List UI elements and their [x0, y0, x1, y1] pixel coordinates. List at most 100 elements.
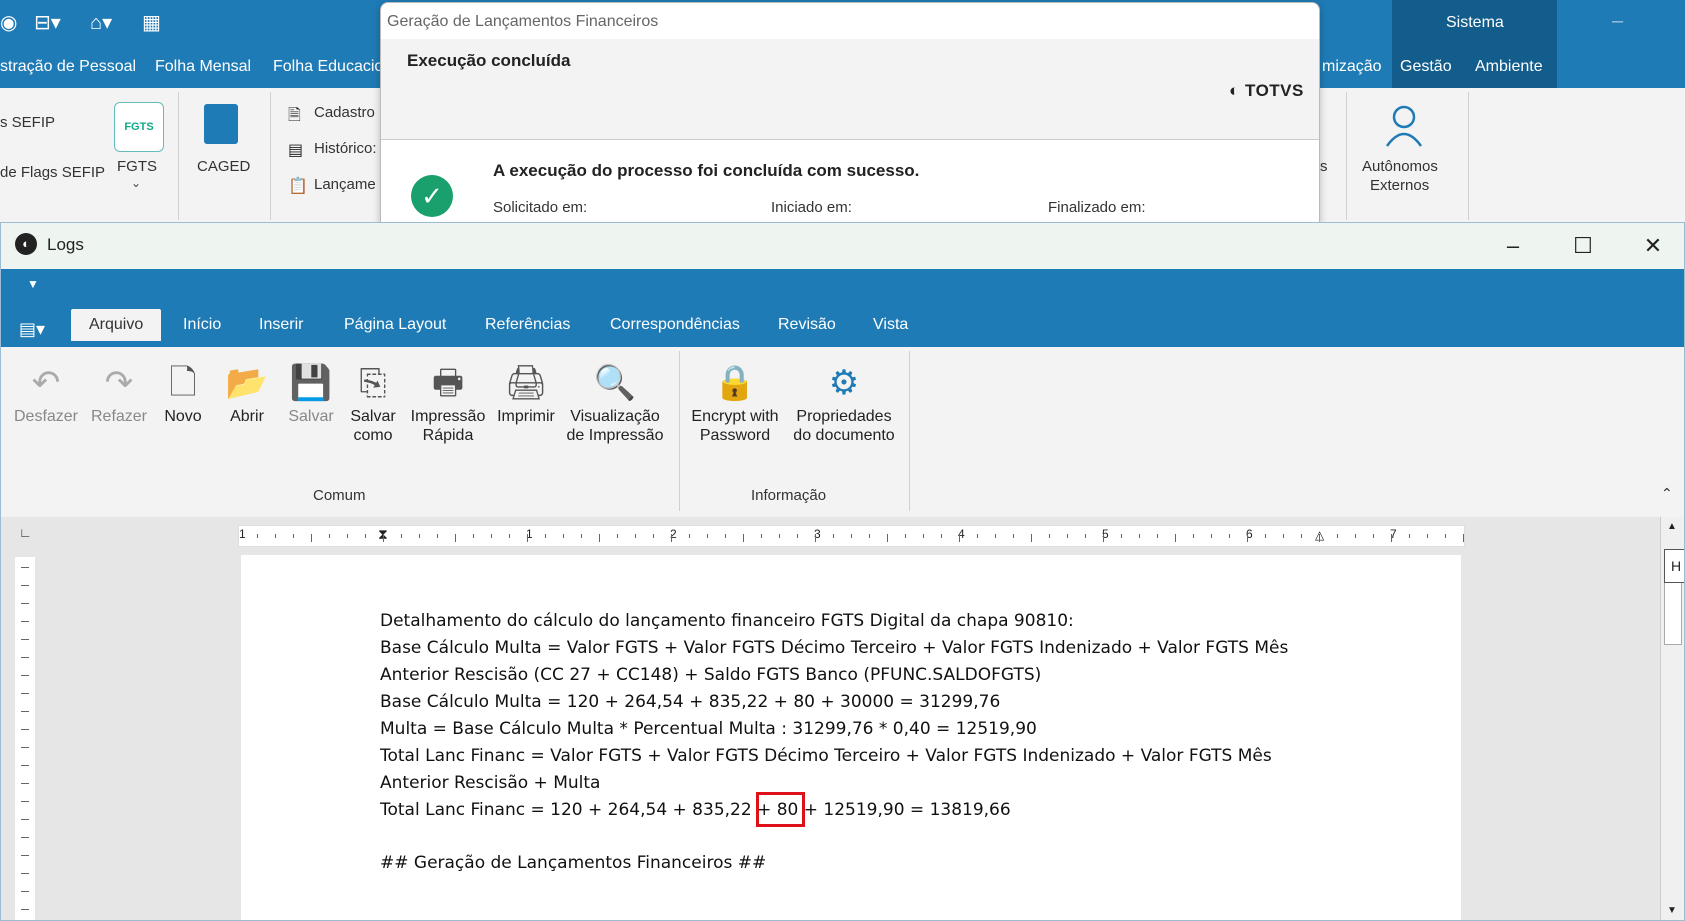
tab-vista[interactable]: Vista — [871, 309, 910, 341]
caged-button[interactable]: CAGED — [197, 158, 250, 175]
sefip-item[interactable]: s SEFIP — [0, 114, 55, 131]
ruler-tick — [1175, 534, 1176, 542]
menu-gestao[interactable]: Gestão — [1400, 58, 1452, 76]
doc-line-3: Anterior Rescisão (CC 27 + CC148) + Sald… — [380, 665, 1042, 685]
home-icon[interactable]: ⌂▾ — [90, 10, 112, 35]
visualizacao-label-2: de Impressão — [566, 427, 664, 444]
ruler-tick — [905, 534, 906, 538]
minimize-button[interactable]: – — [1485, 229, 1541, 263]
autonomos-label[interactable]: Autônomos — [1362, 158, 1438, 175]
new-document-icon: 🗋 — [169, 364, 197, 402]
ruler-tick — [1193, 534, 1194, 538]
ruler-tick — [545, 534, 546, 538]
grid-icon[interactable]: ▦ — [142, 10, 161, 35]
tab-correspondencias[interactable]: Correspondências — [608, 309, 742, 341]
solicitado-label: Solicitado em: — [493, 199, 588, 216]
tab-inserir[interactable]: Inserir — [257, 309, 305, 341]
ruler-tick — [1139, 534, 1140, 538]
lancamentos-item[interactable]: Lançame — [314, 176, 376, 193]
quick-access-bar: ▼ — [1, 269, 1684, 307]
fgts-button[interactable]: FGTS — [117, 158, 157, 175]
menu-ambiente[interactable]: Ambiente — [1475, 58, 1543, 76]
success-message: A execução do processo foi concluída com… — [493, 161, 920, 180]
chevron-down-icon[interactable]: ⌄ — [131, 176, 141, 190]
abrir-button[interactable]: 📂 Abrir — [221, 359, 273, 426]
horizontal-ruler[interactable]: 1 1 2 3 4 5 6 7 ⧗ △ — [238, 525, 1465, 547]
ruler-tick — [21, 621, 29, 622]
process-dialog: Geração de Lançamentos Financeiros Execu… — [380, 2, 1320, 224]
finalizado-label: Finalizado em: — [1048, 199, 1146, 216]
historicos-item[interactable]: Histórico: — [314, 140, 377, 157]
iniciado-label: Iniciado em: — [771, 199, 852, 216]
dialog-title: Geração de Lançamentos Financeiros — [387, 13, 659, 30]
salvar-como-label-1: Salvar — [350, 408, 396, 425]
ruler-tick — [995, 534, 996, 538]
ruler-tick — [887, 534, 888, 542]
desfazer-button[interactable]: ↶ Desfazer — [11, 359, 81, 426]
ribbon-tabbar — [1, 307, 1684, 347]
externos-label[interactable]: Externos — [1370, 177, 1429, 194]
menu-folha-mensal[interactable]: Folha Mensal — [155, 58, 251, 76]
ruler-tick — [1013, 534, 1014, 538]
tab-pagina-layout[interactable]: Página Layout — [342, 309, 448, 341]
refazer-label: Refazer — [90, 408, 148, 425]
novo-button[interactable]: 🗋 Novo — [157, 359, 209, 426]
ruler-tick — [617, 534, 618, 538]
ruler-tick — [21, 585, 29, 586]
bg-minimize-icon[interactable]: – — [1612, 10, 1623, 33]
menu-administracao-pessoal[interactable]: stração de Pessoal — [0, 58, 136, 76]
ruler-tick — [1067, 534, 1068, 538]
visualizacao-impressao-button[interactable]: 🔍 Visualização de Impressão — [563, 359, 667, 445]
ruler-tick — [1229, 534, 1230, 538]
imprimir-button[interactable]: 🖨 Imprimir — [495, 359, 557, 426]
ruler-tick — [21, 747, 29, 748]
ruler-tick — [1157, 534, 1158, 538]
fgts-icon: FGTS — [114, 102, 164, 152]
impressao-rapida-button[interactable]: 🖶 Impressão Rápida — [409, 359, 487, 445]
ruler-tick — [599, 534, 600, 542]
ruler-tick — [1409, 534, 1410, 538]
salvar-button[interactable]: 💾 Salvar — [283, 359, 339, 426]
ruler-tick — [1463, 534, 1464, 542]
maximize-button[interactable]: ☐ — [1555, 229, 1611, 263]
scroll-down-icon[interactable]: ▼ — [1667, 905, 1677, 916]
ruler-tick — [21, 909, 29, 910]
ruler-tick — [401, 534, 402, 538]
ruler-tick — [509, 534, 510, 538]
impressao-rapida-label-2: Rápida — [422, 427, 474, 444]
print-icon: 🖨 — [504, 364, 548, 402]
tab-revisao[interactable]: Revisão — [776, 309, 838, 341]
side-tab[interactable]: H — [1664, 549, 1684, 583]
collapse-ribbon-icon[interactable]: ⌃ — [1661, 485, 1673, 502]
ruler-tick — [527, 534, 528, 542]
window-title: Logs — [47, 235, 84, 254]
close-button[interactable]: ✕ — [1625, 229, 1681, 263]
view-icon[interactable]: ◉ — [0, 10, 17, 35]
tab-inicio[interactable]: Início — [181, 309, 223, 341]
ruler-tick — [1337, 534, 1338, 538]
scroll-up-icon[interactable]: ▲ — [1667, 521, 1677, 532]
vertical-ruler[interactable] — [15, 557, 35, 920]
tab-stop-icon[interactable]: ∟ — [19, 525, 32, 540]
ruler-tick — [1427, 534, 1428, 538]
totvs-logo-icon: ◐ — [1229, 81, 1245, 100]
salvar-como-button[interactable]: ⎘ Salvar como — [345, 359, 401, 445]
flags-sefip-item[interactable]: de Flags SEFIP — [0, 164, 105, 181]
encrypt-password-button[interactable]: 🔒 Encrypt with Password — [687, 359, 783, 445]
ruler-tick — [653, 534, 654, 538]
sistema-label[interactable]: Sistema — [1446, 14, 1504, 32]
refazer-button[interactable]: ↷ Refazer — [87, 359, 151, 426]
folder-open-icon: 📂 — [225, 364, 269, 402]
file-menu-icon[interactable]: ▤▾ — [19, 319, 51, 343]
quick-access-dropdown-icon[interactable]: ▼ — [27, 277, 39, 291]
propriedades-documento-button[interactable]: ⚙ Propriedades do documento — [791, 359, 897, 445]
tab-arquivo[interactable]: Arquivo — [71, 309, 162, 341]
divider — [909, 351, 910, 511]
encrypt-label-2: Password — [699, 427, 771, 444]
menu-folha-educacional[interactable]: Folha Educacio — [273, 58, 383, 76]
cadastro-item[interactable]: Cadastro — [314, 104, 375, 121]
window-icon[interactable]: ⊟▾ — [34, 10, 61, 35]
tab-referencias[interactable]: Referências — [483, 309, 572, 341]
ruler-tick — [761, 534, 762, 538]
menu-customizacao[interactable]: mização — [1322, 58, 1382, 76]
